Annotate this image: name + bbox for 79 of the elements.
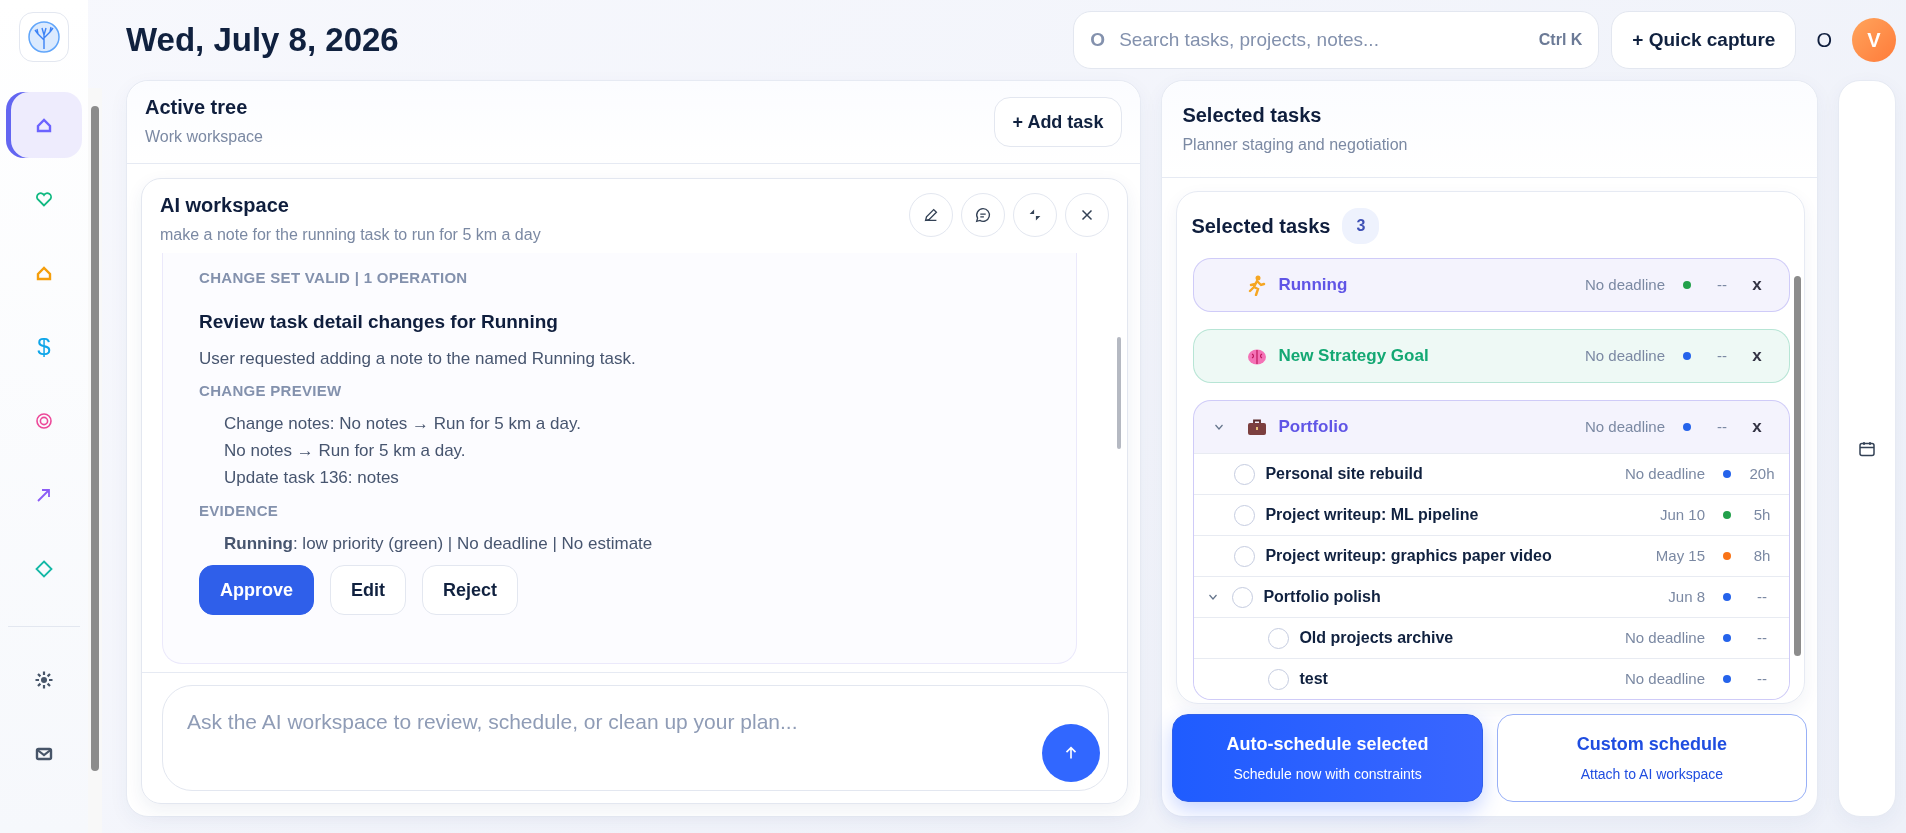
deadline: No deadline <box>1624 627 1706 648</box>
page-title: Wed, July 8, 2026 <box>126 20 400 60</box>
deadline: No deadline <box>1584 345 1666 366</box>
close-button[interactable] <box>1065 193 1110 237</box>
remove-button[interactable]: x <box>1745 414 1770 440</box>
task-name: Project writeup: ML pipeline <box>1265 505 1480 525</box>
chevron-down-icon[interactable] <box>1214 422 1225 432</box>
task-row[interactable]: Project writeup: ML pipeline Jun 10 5h <box>1194 494 1790 535</box>
proposal-summary: User requested adding a note to the named Running task. <box>199 348 637 370</box>
estimate: -- <box>1756 668 1769 689</box>
count-badge: 3 <box>1342 208 1380 244</box>
estimate: -- <box>1756 627 1769 648</box>
task-name: Old projects archive <box>1299 628 1455 648</box>
nav-item[interactable] <box>6 92 82 158</box>
calendar-icon[interactable] <box>1858 439 1876 458</box>
custom-schedule-button[interactable]: Custom schedule Attach to AI workspace <box>1496 714 1808 802</box>
deadline: Jun 8 <box>1668 586 1706 607</box>
chat-button[interactable] <box>961 193 1006 237</box>
deadline: Jun 10 <box>1660 504 1706 525</box>
workspace-title: AI workspace <box>160 193 290 217</box>
task-row[interactable]: Old projects archive No deadline -- <box>1194 617 1790 658</box>
action-button[interactable]: Reject <box>422 565 519 616</box>
action-button[interactable]: Edit <box>330 565 406 616</box>
message-composer[interactable]: Ask the AI workspace to review, schedule, or clean up your plan... <box>162 685 1110 791</box>
message-field[interactable]: Ask the AI workspace to review, schedule, or clean up your plan... <box>185 704 1043 740</box>
section-heading: EVIDENCE <box>199 500 280 521</box>
search-bar[interactable]: O Search tasks, projects, notes... Ctrl K <box>1073 11 1600 69</box>
panel-title: Active tree <box>145 95 249 119</box>
estimate: -- <box>1716 416 1729 437</box>
task-name[interactable]: Running <box>1278 272 1575 298</box>
quick-capture-button[interactable]: + Quick capture <box>1611 11 1797 69</box>
approve-button[interactable]: Approve <box>199 565 314 616</box>
panel-title: Selected tasks <box>1182 103 1323 127</box>
preview-line: Update task 136: notes <box>224 467 400 490</box>
task-name[interactable]: Portfolio <box>1278 414 1575 440</box>
tree-logo <box>27 20 61 54</box>
chat-icon <box>974 206 993 224</box>
workspace-prompt: make a note for the running task to run for 5 km a day <box>160 225 542 245</box>
auto-schedule-button[interactable]: Auto-schedule selected Schedule now with constraints <box>1172 714 1483 802</box>
remove-button[interactable]: x <box>1745 343 1770 369</box>
preview-line: Running: low priority (green) | No deadline | No estimate <box>224 533 654 556</box>
estimate: -- <box>1756 586 1769 607</box>
shortcut-hint: Ctrl K <box>1538 30 1583 50</box>
card-title: Selected tasks <box>1191 214 1331 238</box>
add-task-button[interactable]: + Add task <box>993 97 1123 147</box>
proposal-status: CHANGE SET VALID | 1 OPERATION <box>199 268 469 288</box>
estimate: -- <box>1716 274 1729 295</box>
preview-line: No notes → Run for 5 km a day. <box>224 440 467 463</box>
task-row[interactable]: test No deadline -- <box>1194 658 1790 699</box>
deadline: May 15 <box>1655 545 1706 566</box>
task-name: test <box>1299 669 1329 689</box>
chevron-down-icon[interactable] <box>1208 592 1219 602</box>
panel-subtitle: Work workspace <box>145 127 264 147</box>
send-button[interactable] <box>1042 724 1101 782</box>
task-row[interactable]: Personal site rebuild No deadline 20h <box>1194 453 1790 494</box>
scrollbar[interactable] <box>88 88 102 833</box>
deadline: No deadline <box>1624 463 1706 484</box>
task-name: Project writeup: graphics paper video <box>1265 546 1553 566</box>
task-row[interactable]: Project writeup: graphics paper video May 15 8h <box>1194 535 1790 576</box>
task-row[interactable]: Portfolio polish Jun 8 -- <box>1194 576 1790 617</box>
edit-button[interactable] <box>909 193 954 237</box>
remove-button[interactable]: x <box>1745 272 1770 298</box>
search-icon: O <box>1090 25 1106 55</box>
estimate: 20h <box>1749 463 1776 484</box>
section-heading: CHANGE PREVIEW <box>199 380 343 401</box>
panel-subtitle: Planner staging and negotiation <box>1182 135 1408 155</box>
preview-line: Change notes: No notes → Run for 5 km a day. <box>224 413 582 435</box>
estimate: 5h <box>1752 504 1772 525</box>
estimate: 8h <box>1752 545 1772 566</box>
proposal-title: Review task detail changes for Running <box>199 309 559 334</box>
collapse-button[interactable] <box>1013 193 1058 237</box>
search-field[interactable]: Search tasks, projects, notes... <box>1117 24 1527 56</box>
estimate: -- <box>1716 345 1729 366</box>
task-name: Personal site rebuild <box>1265 464 1424 484</box>
deadline: No deadline <box>1584 416 1666 437</box>
task-name: Portfolio polish <box>1263 587 1382 607</box>
deadline: No deadline <box>1584 274 1666 295</box>
status-indicator: O <box>1815 28 1833 53</box>
deadline: No deadline <box>1624 668 1706 689</box>
